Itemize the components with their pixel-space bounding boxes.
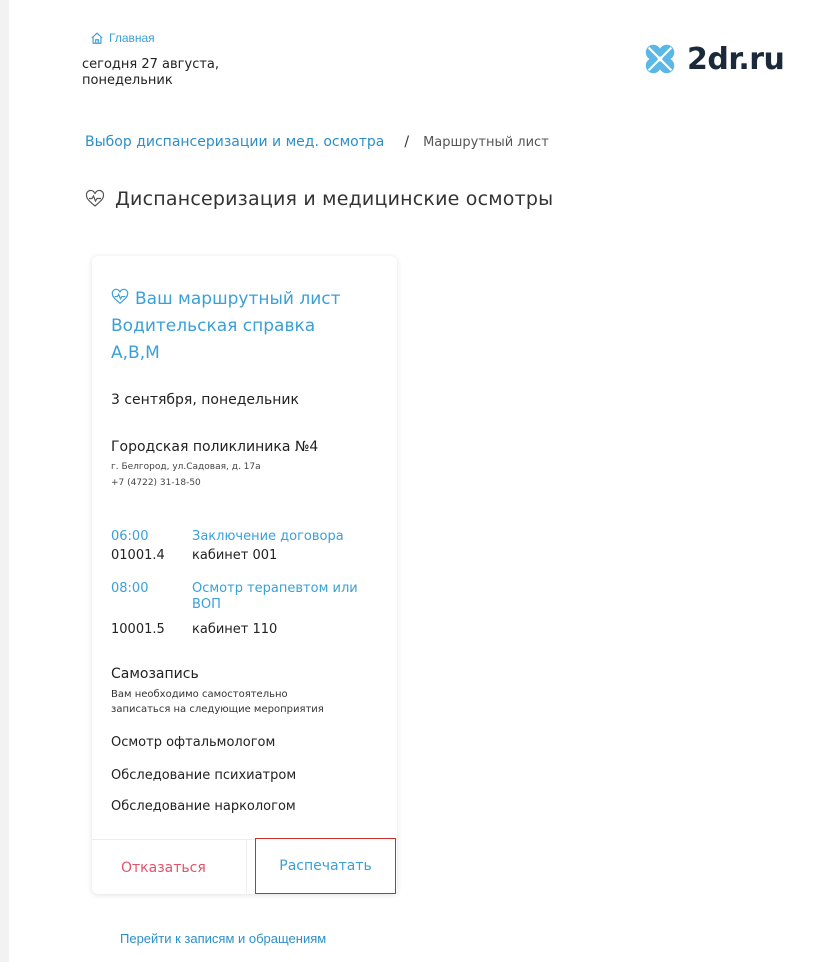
clinic-phone: +7 (4722) 31-18-50 (111, 478, 201, 488)
heart-pulse-icon (111, 288, 129, 305)
appointment-room: кабинет 001 (192, 548, 278, 563)
appointment-name[interactable]: Осмотр терапевтом или ВОП (192, 581, 382, 613)
page-title-text: Диспансеризация и медицинские осмотры (115, 188, 554, 210)
self-record-item: Осмотр офтальмологом (111, 735, 276, 750)
breadcrumb-current: Маршрутный лист (423, 134, 549, 150)
page-title: Диспансеризация и медицинские осмотры (85, 188, 553, 210)
home-label: Главная (109, 31, 155, 45)
clover-logo-icon (645, 44, 675, 74)
breadcrumb-separator: / (404, 134, 410, 150)
appointment-name-line2: ВОП (192, 597, 221, 612)
site-logo[interactable]: 2dr.ru (641, 40, 785, 78)
appointment-time: 06:00 (111, 529, 149, 544)
appointment-room: кабинет 110 (192, 622, 278, 637)
home-link[interactable]: Главная (90, 31, 155, 45)
clinic-name: Городская поликлиника №4 (111, 439, 319, 455)
self-record-note: Вам необходимо самостоятельно записаться… (111, 687, 391, 717)
appointment-name-line1: Осмотр терапевтом или (192, 581, 358, 596)
visit-date: 3 сентября, понедельник (111, 392, 299, 408)
appointment-code: 01001.4 (111, 548, 165, 563)
left-edge-bar (0, 0, 9, 962)
today-date: сегодня 27 августа, понедельник (82, 57, 302, 89)
breadcrumb-link-selection[interactable]: Выбор диспансеризации и мед. осмотра (85, 134, 384, 150)
logo-text: 2dr.ru (687, 41, 785, 77)
self-record-title: Самозапись (111, 666, 199, 682)
self-record-item: Обследование наркологом (111, 799, 296, 814)
clinic-address: г. Белгород, ул.Садовая, д. 17а (111, 462, 261, 472)
self-record-note-line2: записаться на следующие мероприятия (111, 704, 324, 715)
appointment-code: 10001.5 (111, 622, 165, 637)
route-sheet-card: Ваш маршрутный лист Водительская справка… (92, 256, 397, 894)
card-button-divider (246, 839, 247, 894)
go-to-records-link[interactable]: Перейти к записям и обращениям (120, 931, 326, 946)
today-date-line1: сегодня 27 августа, (82, 57, 220, 72)
card-heading-line1: Ваш маршрутный лист (135, 289, 341, 309)
heart-pulse-icon (85, 189, 105, 207)
card-heading-line2: Водительская справка (111, 316, 316, 336)
card-heading: Ваш маршрутный лист Водительская справка… (111, 286, 391, 367)
self-record-item: Обследование психиатром (111, 768, 297, 783)
appointment-name[interactable]: Заключение договора (192, 529, 382, 545)
appointment-time: 08:00 (111, 581, 149, 596)
breadcrumb: Выбор диспансеризации и мед. осмотра / М… (85, 134, 549, 150)
home-icon (91, 32, 103, 44)
today-date-line2: понедельник (82, 73, 173, 88)
print-button[interactable]: Распечатать (255, 838, 396, 894)
self-record-note-line1: Вам необходимо самостоятельно (111, 689, 288, 700)
card-heading-line3: А,В,М (111, 343, 160, 363)
decline-button[interactable]: Отказаться (121, 860, 206, 876)
